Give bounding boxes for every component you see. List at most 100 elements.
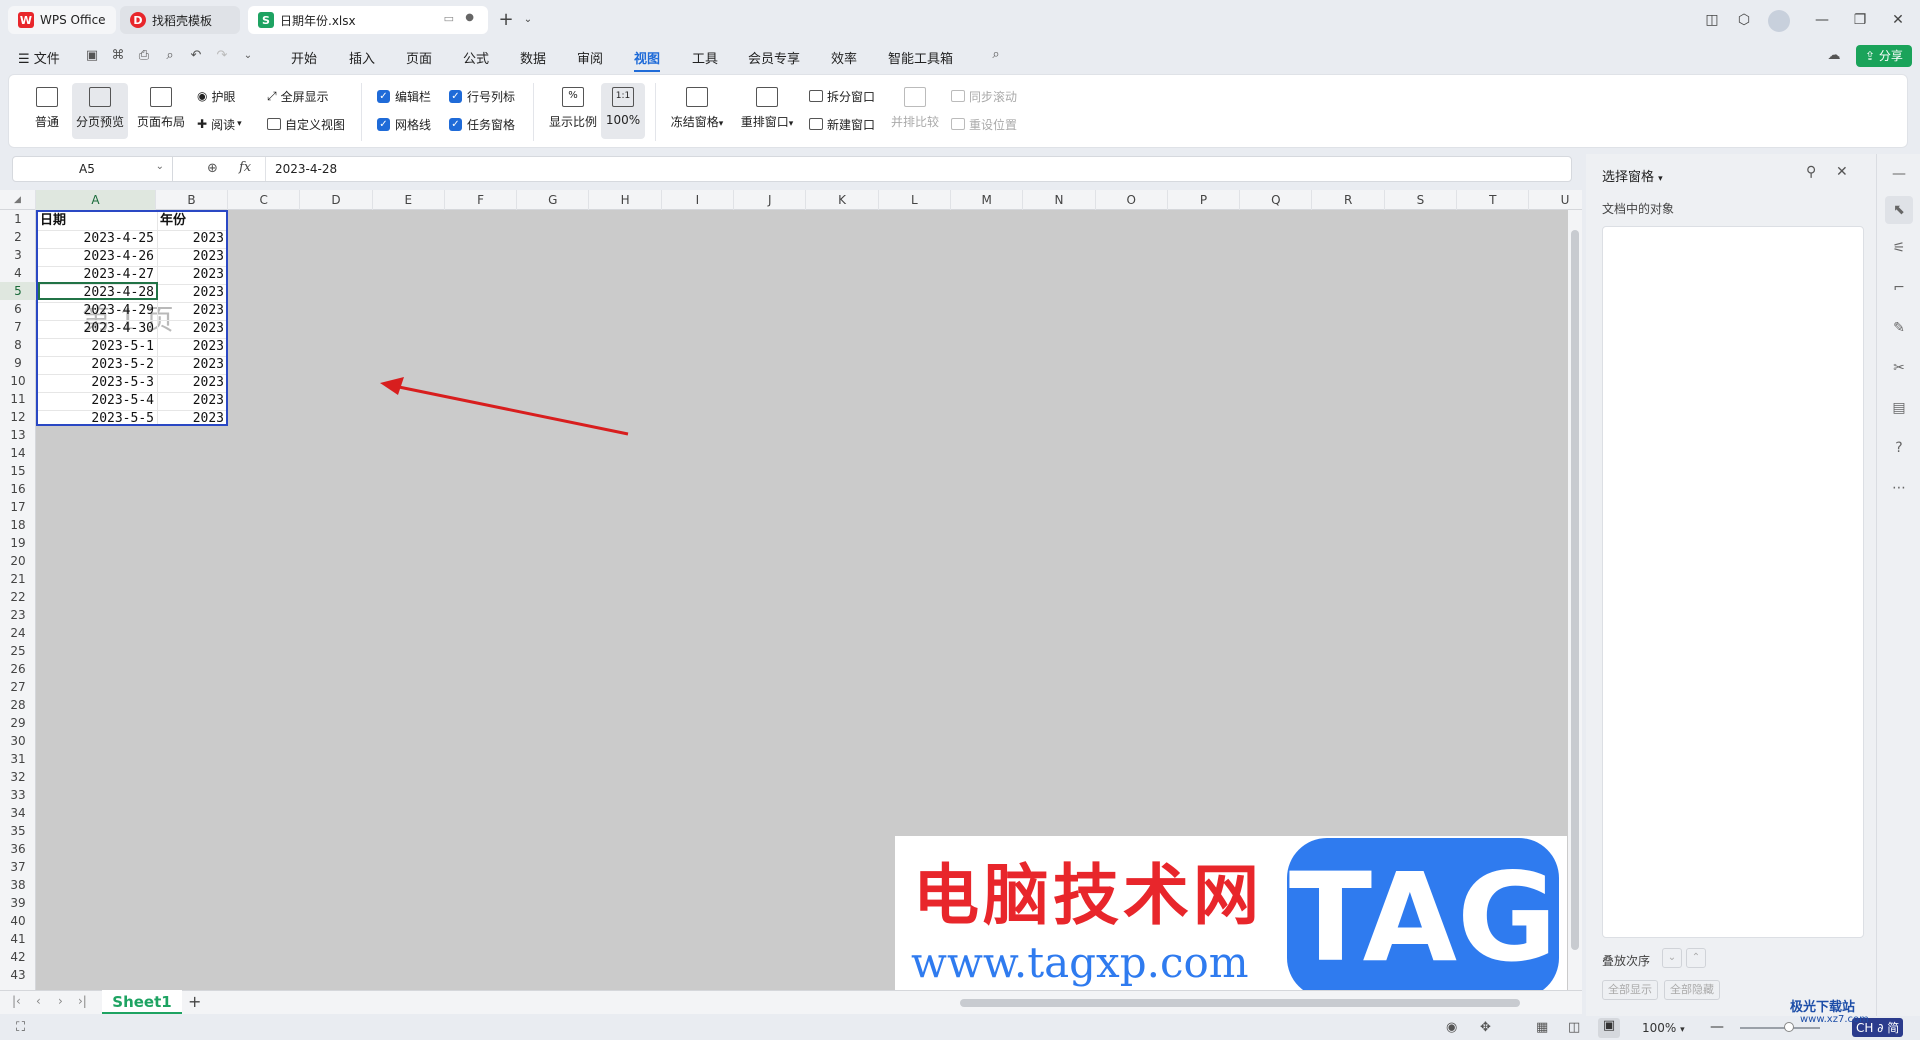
macro-icon[interactable]: ⛶ xyxy=(16,1020,25,1035)
page-layout-icon xyxy=(150,87,172,107)
reading-view-icon[interactable]: ◫ xyxy=(1568,1020,1580,1035)
menu-insert[interactable]: 插入 xyxy=(349,48,375,67)
row-col-headers-checkbox[interactable]: ✓ 行号列标 xyxy=(449,87,515,105)
tab-docer-templates[interactable]: D 找稻壳模板 xyxy=(120,6,240,34)
unsaved-dot-icon[interactable]: ● xyxy=(465,12,474,23)
selection-pane-title[interactable]: 选择窗格 ▾ xyxy=(1602,166,1663,185)
one-to-one-icon: 1:1 xyxy=(612,87,634,107)
save-icon[interactable]: ▣ xyxy=(84,48,100,64)
eye-icon[interactable]: ◉ xyxy=(1446,1020,1457,1035)
print-preview-icon[interactable]: ⌕ xyxy=(162,48,178,64)
file-menu[interactable]: ☰ 文件 xyxy=(18,48,60,67)
freeze-panes-button[interactable]: 冻结窗格▾ xyxy=(665,83,729,139)
zoom-out-icon[interactable]: — xyxy=(1710,1019,1724,1035)
more-icon[interactable]: ⋯ xyxy=(1889,478,1909,498)
split-window-button[interactable]: 拆分窗口 xyxy=(809,87,875,105)
gridlines-checkbox[interactable]: ✓ 网格线 xyxy=(377,115,431,133)
menu-home[interactable]: 开始 xyxy=(291,48,317,67)
menu-member[interactable]: 会员专享 xyxy=(748,48,800,67)
move-up-button[interactable]: ⌃ xyxy=(1686,948,1706,968)
normal-view-button[interactable]: 普通 xyxy=(19,83,75,139)
zoom-level[interactable]: 100% ▾ xyxy=(1642,1021,1685,1035)
first-sheet-icon[interactable]: |‹ xyxy=(12,994,21,1008)
compass-icon[interactable]: ✥ xyxy=(1480,1020,1491,1035)
formula-input[interactable]: 2023-4-28 xyxy=(275,162,337,176)
collapse-icon[interactable]: — xyxy=(1889,164,1909,184)
tab-active-workbook[interactable]: S 日期年份.xlsx ▭ ● xyxy=(248,6,488,34)
link-icon[interactable]: ⌘ xyxy=(110,48,126,64)
fullscreen-button[interactable]: ⤢ 全屏显示 xyxy=(267,87,329,105)
new-tab-icon[interactable]: + xyxy=(496,10,516,30)
zoom-button[interactable]: % 显示比例 xyxy=(545,83,601,139)
zoom-slider[interactable] xyxy=(1740,1027,1820,1029)
task-pane-checkbox[interactable]: ✓ 任务窗格 xyxy=(449,115,515,133)
reset-position-button[interactable]: 重设位置 xyxy=(951,115,1017,133)
page-break-preview-button[interactable]: 分页预览 xyxy=(72,83,128,139)
vertical-scrollbar[interactable] xyxy=(1568,210,1582,990)
horizontal-scrollbar[interactable] xyxy=(960,999,1520,1007)
share-button[interactable]: ⇪ 分享 xyxy=(1856,45,1912,67)
tab-wps-office[interactable]: W WPS Office xyxy=(8,6,116,34)
menu-review[interactable]: 审阅 xyxy=(577,48,603,67)
normal-view-icon[interactable]: ▦ xyxy=(1536,1020,1548,1035)
new-window-button[interactable]: 新建窗口 xyxy=(809,115,875,133)
sync-scroll-button[interactable]: 同步滚动 xyxy=(951,87,1017,105)
layout-icon[interactable]: ◫ xyxy=(1702,10,1722,30)
fx-icon[interactable]: fx xyxy=(239,160,251,175)
menu-formula[interactable]: 公式 xyxy=(463,48,489,67)
cloud-icon[interactable]: ☁ xyxy=(1826,48,1842,64)
show-all-button[interactable]: 全部显示 xyxy=(1602,980,1658,1000)
print-icon[interactable]: ⎙ xyxy=(136,48,152,64)
eye-icon: ◉ xyxy=(197,89,208,103)
zoom-100-button[interactable]: 1:1 100% xyxy=(601,83,645,139)
side-by-side-button[interactable]: 并排比较 xyxy=(887,83,943,139)
menu-view[interactable]: 视图 xyxy=(634,48,661,72)
undo-icon[interactable]: ↶ xyxy=(188,48,204,64)
eye-protect-button[interactable]: ◉ 护眼 xyxy=(197,87,236,105)
menu-page[interactable]: 页面 xyxy=(406,48,432,67)
monitor-icon[interactable]: ▭ xyxy=(444,12,454,25)
cube-icon[interactable]: ⬡ xyxy=(1734,10,1754,30)
pin-icon[interactable]: ⚲ xyxy=(1806,164,1816,180)
name-box[interactable]: A5 ⌄ xyxy=(13,157,173,181)
tools-icon[interactable]: ✂ xyxy=(1889,358,1909,378)
prev-sheet-icon[interactable]: ‹ xyxy=(36,994,41,1008)
comment-icon[interactable]: ⌐ xyxy=(1889,278,1909,298)
rearrange-windows-button[interactable]: 重排窗口▾ xyxy=(735,83,799,139)
help-icon[interactable]: ? xyxy=(1889,438,1909,458)
edit-image-icon[interactable]: ✎ xyxy=(1889,318,1909,338)
zoom-formula-icon[interactable]: ⊕ xyxy=(207,161,218,176)
close-icon[interactable]: ✕ xyxy=(1836,164,1848,180)
custom-view-button[interactable]: 自定义视图 xyxy=(267,115,345,133)
next-sheet-icon[interactable]: › xyxy=(58,994,63,1008)
move-down-button[interactable]: ⌄ xyxy=(1662,948,1682,968)
avatar[interactable] xyxy=(1768,10,1790,32)
status-bar: ⛶ ◉ ✥ ▦ ◫ ▣ 100% ▾ — CH ∂ 简 极光下载站 www.xz… xyxy=(0,1000,1920,1040)
menu-tools[interactable]: 工具 xyxy=(692,48,718,67)
edit-bar-checkbox[interactable]: ✓ 编辑栏 xyxy=(377,87,431,105)
book-icon[interactable]: ▤ xyxy=(1889,398,1909,418)
select-cursor-icon[interactable]: ⬉ xyxy=(1885,196,1913,224)
objects-list[interactable] xyxy=(1602,226,1864,938)
hide-all-button[interactable]: 全部隐藏 xyxy=(1664,980,1720,1000)
menu-smart-toolbox[interactable]: 智能工具箱 xyxy=(888,48,953,67)
sheet-tab-sheet1[interactable]: Sheet1 xyxy=(102,990,182,1014)
page-break-view-icon[interactable]: ▣ xyxy=(1598,1018,1620,1038)
search-icon[interactable]: ⌕ xyxy=(988,47,1004,63)
menu-efficiency[interactable]: 效率 xyxy=(831,48,857,67)
chevron-down-icon[interactable]: ⌄ xyxy=(518,10,538,30)
scrollbar-thumb[interactable] xyxy=(1571,230,1579,950)
restore-icon[interactable]: ❐ xyxy=(1850,10,1870,30)
add-sheet-icon[interactable]: + xyxy=(188,992,201,1011)
more-chevron-icon[interactable]: ⌄ xyxy=(240,48,256,64)
redo-icon[interactable]: ↷ xyxy=(214,48,230,64)
separator xyxy=(265,157,266,181)
adjust-icon[interactable]: ⚟ xyxy=(1889,238,1909,258)
reading-mode-button[interactable]: ✚ 阅读 ▾ xyxy=(197,115,242,133)
minimize-icon[interactable]: — xyxy=(1812,10,1832,30)
close-icon[interactable]: ✕ xyxy=(1888,10,1908,30)
menu-data[interactable]: 数据 xyxy=(520,48,546,67)
zoom-slider-thumb[interactable] xyxy=(1784,1022,1794,1032)
page-layout-button[interactable]: 页面布局 xyxy=(133,83,189,139)
last-sheet-icon[interactable]: ›| xyxy=(78,994,87,1008)
